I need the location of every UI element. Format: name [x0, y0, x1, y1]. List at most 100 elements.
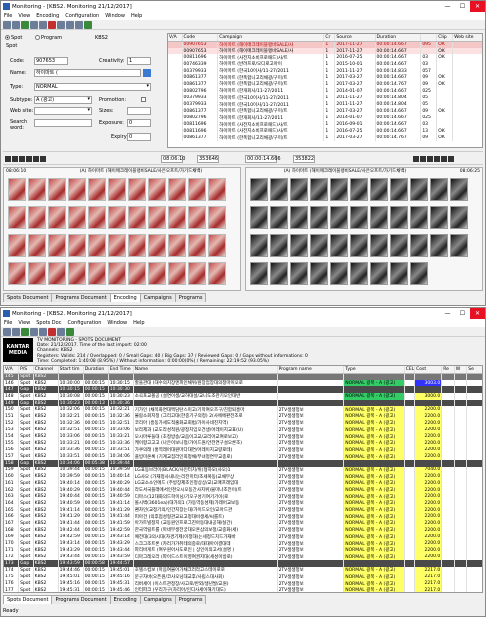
video-frame-thumbnail[interactable] — [270, 178, 288, 201]
export-icon-b[interactable] — [66, 327, 74, 336]
radio-program[interactable]: Program — [35, 35, 62, 41]
step-back-icon[interactable] — [12, 156, 18, 162]
video-frame-thumbnail[interactable] — [68, 178, 86, 201]
video-frame-thumbnail[interactable] — [168, 178, 186, 201]
video-frame-thumbnail[interactable] — [8, 206, 26, 229]
menu-file[interactable]: File — [4, 13, 12, 19]
video-frame-thumbnail[interactable] — [28, 262, 46, 285]
settings-icon[interactable] — [57, 20, 65, 29]
search-icon[interactable] — [66, 20, 74, 29]
spot-row[interactable]: 173 Gap KBS2 19:43:59 00:00:58 19:44:57 — [4, 560, 482, 567]
rewind-icon-right[interactable] — [413, 156, 419, 162]
video-frame-thumbnail[interactable] — [270, 206, 288, 229]
video-frame-thumbnail[interactable] — [350, 234, 368, 257]
tab-campaigns-b[interactable]: Campaigns — [139, 595, 176, 604]
tab-programs-document-b[interactable]: Programs Document — [51, 595, 111, 604]
video-frame-thumbnail[interactable] — [208, 178, 226, 201]
video-frame-thumbnail[interactable] — [148, 262, 166, 285]
video-frame-thumbnail[interactable] — [310, 262, 328, 285]
open-icon-b[interactable] — [3, 327, 11, 336]
video-frame-thumbnail[interactable] — [290, 262, 308, 285]
video-frame-thumbnail[interactable] — [250, 178, 268, 201]
campaign-row[interactable]: 00746339 하이마트 (반려프로/오디로고아이 1 2015-10-01 00:0… — [168, 61, 482, 68]
video-frame-thumbnail[interactable] — [270, 262, 288, 285]
video-frame-thumbnail[interactable] — [48, 178, 66, 201]
video-frame-thumbnail[interactable] — [88, 206, 106, 229]
video-frame-thumbnail[interactable] — [48, 206, 66, 229]
campaign-row[interactable]: 00861377 하이마트 (한폭합니고리채광/구미/트 1 2017-03-27 00… — [168, 134, 482, 142]
video-frame-thumbnail[interactable] — [330, 234, 348, 257]
menu-window[interactable]: Window — [105, 13, 125, 19]
video-frame-thumbnail[interactable] — [370, 178, 388, 201]
tab-programs-b[interactable]: Programs — [174, 595, 207, 604]
stop-icon-right[interactable] — [434, 156, 440, 162]
spot-row[interactable]: 175 Spot KBS2 19:45:01 00:00:15 19:45:16 문구자바(… — [4, 573, 482, 581]
video-frame-thumbnail[interactable] — [68, 206, 86, 229]
video-frame-thumbnail[interactable] — [290, 206, 308, 229]
search-icon-b[interactable] — [57, 327, 65, 336]
spot-row[interactable]: 163 Spot KBS2 19:40:44 00:00:15 19:40:59 디마스(1… — [4, 493, 482, 501]
video-frame-thumbnail[interactable] — [208, 262, 226, 285]
video-frame-thumbnail[interactable] — [390, 262, 408, 285]
filter-icon-b[interactable] — [39, 327, 47, 336]
video-frame-thumbnail[interactable] — [450, 234, 468, 257]
spot-row[interactable]: 154 Spot KBS2 10:33:06 00:00:15 10:33:21 모시마루들… — [4, 433, 482, 440]
expiry-field[interactable]: 0 — [127, 133, 151, 141]
video-frame-thumbnail[interactable] — [88, 234, 106, 257]
video-frame-thumbnail[interactable] — [168, 262, 186, 285]
spot-row[interactable]: 166 Spot KBS2 19:41:29 00:00:15 19:41:44 피아건 (… — [4, 513, 482, 521]
radio-spot[interactable]: Spot — [5, 35, 22, 41]
video-frame-thumbnail[interactable] — [370, 262, 388, 285]
export-icon[interactable] — [84, 20, 92, 29]
close-button[interactable]: ✕ — [470, 1, 485, 12]
tab-spots-document[interactable]: Spots Document — [3, 293, 53, 302]
menu-spots-doc-b[interactable]: Spots Doc — [36, 320, 61, 326]
spot-row[interactable]: 167 Spot KBS2 19:41:44 00:00:15 19:41:59 아가트빌정… — [4, 520, 482, 527]
spot-row[interactable]: 155 Spot KBS2 10:33:21 00:00:15 10:33:36 케이항고고… — [4, 439, 482, 447]
menu-file-b[interactable]: File — [4, 320, 12, 326]
campaign-row[interactable]: 00861377 하이마트 (한폭합니고리채광/구미/트 1 2017-03-27 00… — [168, 74, 482, 82]
video-frame-thumbnail[interactable] — [188, 234, 206, 257]
time-field-2[interactable]: 353646 — [197, 155, 219, 163]
menu-window-b[interactable]: Window — [107, 320, 127, 326]
video-frame-thumbnail[interactable] — [310, 178, 328, 201]
video-frame-thumbnail[interactable] — [8, 234, 26, 257]
spot-row[interactable]: 170 Spot KBS2 19:43:14 00:00:15 19:43:29 스크그조트… — [4, 540, 482, 547]
step-forward-icon[interactable] — [40, 156, 46, 162]
campaign-row[interactable]: 00802796 하이마트 (한개회사/11-27/2011 1 2014-01-07… — [168, 114, 482, 122]
video-frame-thumbnail[interactable] — [28, 234, 46, 257]
tab-campaigns[interactable]: Campaigns — [139, 293, 176, 302]
video-frame-thumbnail[interactable] — [168, 234, 186, 257]
refresh-icon[interactable] — [21, 20, 29, 29]
spot-row[interactable]: 162 Spot KBS2 19:40:29 00:00:15 19:40:44 라도서국플… — [4, 486, 482, 494]
spot-row[interactable]: 150 Spot KBS2 10:32:06 00:00:15 10:32:21 기가인 (… — [4, 406, 482, 414]
name-field[interactable]: 하이마트 ( — [34, 69, 141, 77]
video-frame-thumbnail[interactable] — [410, 178, 428, 201]
video-frame-thumbnail[interactable] — [450, 206, 468, 229]
video-frame-thumbnail[interactable] — [28, 206, 46, 229]
video-frame-thumbnail[interactable] — [330, 206, 348, 229]
campaign-row[interactable]: 00379933 하이마트 (한국10이사/11-27/2011 1 2011-11-… — [168, 101, 482, 108]
video-frame-thumbnail[interactable] — [188, 262, 206, 285]
video-frame-thumbnail[interactable] — [128, 234, 146, 257]
menu-encoding[interactable]: Encoding — [36, 13, 59, 19]
record-icon[interactable] — [48, 20, 56, 29]
menu-configuration-b[interactable]: Configuration — [67, 320, 101, 326]
video-frame-thumbnail[interactable] — [350, 262, 368, 285]
video-frame-thumbnail[interactable] — [370, 234, 388, 257]
pause-icon[interactable] — [26, 156, 32, 162]
time-field-1[interactable]: 08:06:10 — [161, 155, 185, 163]
video-frame-thumbnail[interactable] — [290, 178, 308, 201]
video-frame-thumbnail[interactable] — [108, 234, 126, 257]
spot-row[interactable]: 157 Spot KBS2 10:33:51 00:00:15 10:34:06 플빙미온록… — [4, 453, 482, 460]
video-frame-thumbnail[interactable] — [68, 234, 86, 257]
video-frame-thumbnail[interactable] — [8, 262, 26, 285]
video-frame-thumbnail[interactable] — [8, 178, 26, 201]
video-frame-thumbnail[interactable] — [48, 262, 66, 285]
spot-row[interactable]: 174 Spot KBS2 19:44:46 00:00:15 19:45:01 호텔스컴보… — [4, 566, 482, 574]
pause-icon-right[interactable] — [427, 156, 433, 162]
spot-row[interactable]: 152 Spot KBS2 10:32:36 00:00:15 10:32:51 코리아 (… — [4, 419, 482, 427]
video-frame-thumbnail[interactable] — [88, 262, 106, 285]
video-frame-thumbnail[interactable] — [350, 206, 368, 229]
video-frame-thumbnail[interactable] — [108, 262, 126, 285]
